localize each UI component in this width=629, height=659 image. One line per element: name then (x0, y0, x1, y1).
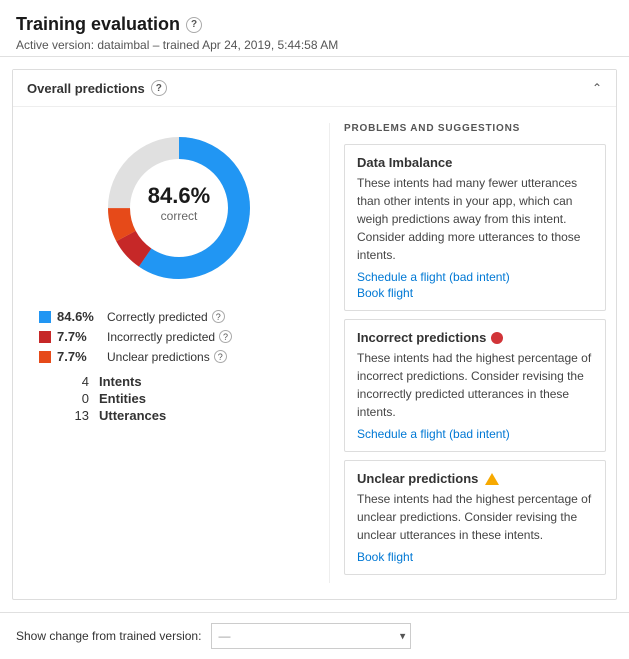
intents-label: Intents (99, 374, 329, 389)
trained-version-select[interactable]: — (211, 623, 411, 649)
data-imbalance-card: Data Imbalance These intents had many fe… (344, 144, 606, 311)
trained-version-select-wrapper: — (211, 623, 411, 649)
legend-value-unclear: 7.7% (57, 349, 101, 364)
overall-predictions-panel: Overall predictions ? ⌃ (12, 69, 617, 600)
bottom-bar: Show change from trained version: — (0, 612, 629, 659)
legend-value-correctly: 84.6% (57, 309, 101, 324)
legend-label-unclear: Unclear predictions ? (107, 350, 227, 364)
unclear-predictions-card: Unclear predictions These intents had th… (344, 460, 606, 575)
page-header: Training evaluation ? Active version: da… (0, 0, 629, 57)
bottom-label: Show change from trained version: (16, 629, 201, 643)
warning-badge-icon (485, 473, 499, 485)
unclear-predictions-help[interactable]: ? (214, 350, 227, 363)
collapse-icon[interactable]: ⌃ (592, 81, 602, 95)
utterances-label: Utterances (99, 408, 329, 423)
legend-color-blue (39, 311, 51, 323)
utterances-count: 13 (59, 408, 89, 423)
counts-grid: 4 Intents 0 Entities 13 Utterances (59, 374, 329, 423)
svg-text:correct: correct (161, 209, 198, 223)
legend-label-incorrectly: Incorrectly predicted ? (107, 330, 232, 344)
incorrect-predictions-body: These intents had the highest percentage… (357, 349, 593, 421)
unclear-predictions-title: Unclear predictions (357, 471, 593, 486)
problems-title: PROBLEMS AND SUGGESTIONS (344, 123, 606, 134)
incorrect-predictions-link-1[interactable]: Schedule a flight (bad intent) (357, 427, 593, 441)
legend-label-correctly: Correctly predicted ? (107, 310, 225, 324)
data-imbalance-body: These intents had many fewer utterances … (357, 174, 593, 264)
incorrect-predictions-card: Incorrect predictions These intents had … (344, 319, 606, 452)
intents-count: 4 (59, 374, 89, 389)
entities-label: Entities (99, 391, 329, 406)
svg-text:84.6%: 84.6% (148, 183, 210, 208)
right-panel: PROBLEMS AND SUGGESTIONS Data Imbalance … (329, 123, 606, 583)
section-title-text: Overall predictions (27, 81, 145, 96)
correctly-predicted-help[interactable]: ? (212, 310, 225, 323)
incorrectly-predicted-help[interactable]: ? (219, 330, 232, 343)
unclear-predictions-body: These intents had the highest percentage… (357, 490, 593, 544)
entities-count: 0 (59, 391, 89, 406)
page-subtitle: Active version: dataimbal – trained Apr … (16, 38, 613, 52)
section-header: Overall predictions ? ⌃ (13, 70, 616, 107)
section-help-icon[interactable]: ? (151, 80, 167, 96)
legend: 84.6% Correctly predicted ? 7.7% Incorre… (39, 309, 329, 423)
unclear-predictions-link-1[interactable]: Book flight (357, 550, 593, 564)
title-help-icon[interactable]: ? (186, 17, 202, 33)
error-badge-icon (491, 332, 503, 344)
legend-color-orange (39, 351, 51, 363)
legend-value-incorrectly: 7.7% (57, 329, 101, 344)
legend-color-red (39, 331, 51, 343)
left-panel: 84.6% correct 84.6% Correctly predicted … (29, 123, 329, 583)
data-imbalance-link-1[interactable]: Schedule a flight (bad intent) (357, 270, 593, 284)
data-imbalance-link-2[interactable]: Book flight (357, 286, 593, 300)
donut-chart: 84.6% correct (29, 123, 329, 293)
data-imbalance-title: Data Imbalance (357, 155, 593, 170)
incorrect-predictions-title: Incorrect predictions (357, 330, 593, 345)
page-title: Training evaluation (16, 14, 180, 35)
